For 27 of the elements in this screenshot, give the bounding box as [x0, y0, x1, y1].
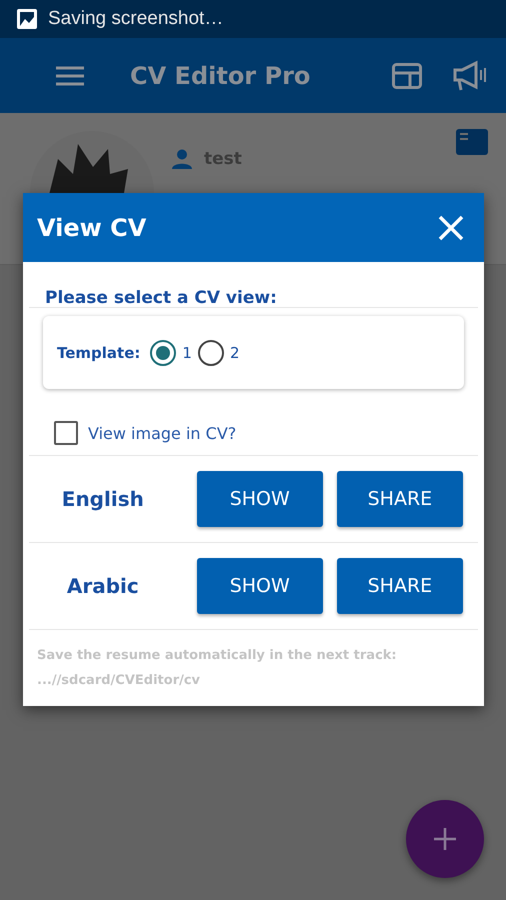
person-icon: [172, 149, 192, 169]
card-icon[interactable]: [456, 129, 488, 155]
show-button[interactable]: SHOW: [196, 471, 323, 527]
share-button[interactable]: SHARE: [336, 471, 463, 527]
option-label: 2: [230, 344, 240, 362]
megaphone-icon[interactable]: [452, 60, 488, 92]
share-button[interactable]: SHARE: [336, 558, 463, 614]
show-button[interactable]: SHOW: [196, 558, 323, 614]
footer-text: ...//sdcard/CVEditor/cv: [37, 673, 202, 688]
radio-button[interactable]: [150, 340, 176, 366]
close-icon[interactable]: [438, 214, 464, 240]
layout-icon[interactable]: [392, 62, 422, 88]
template-label: Template:: [57, 344, 140, 362]
image-icon: [16, 8, 38, 30]
checkbox-label: View image in CV?: [88, 424, 236, 442]
dialog-title: View CV: [37, 214, 146, 242]
language-label: English: [60, 487, 145, 511]
plus-icon: [433, 827, 457, 851]
radio-button[interactable]: [198, 340, 224, 366]
option-label: 1: [182, 344, 192, 362]
language-label: Arabic: [66, 574, 140, 598]
menu-icon[interactable]: [56, 66, 84, 86]
checkbox[interactable]: [54, 421, 78, 445]
app-title: CV Editor Pro: [130, 62, 312, 90]
status-text: Saving screenshot…: [48, 8, 224, 30]
prompt-text: Please select a CV view:: [44, 287, 278, 307]
footer-text: Save the resume automatically in the next track:: [37, 648, 398, 663]
